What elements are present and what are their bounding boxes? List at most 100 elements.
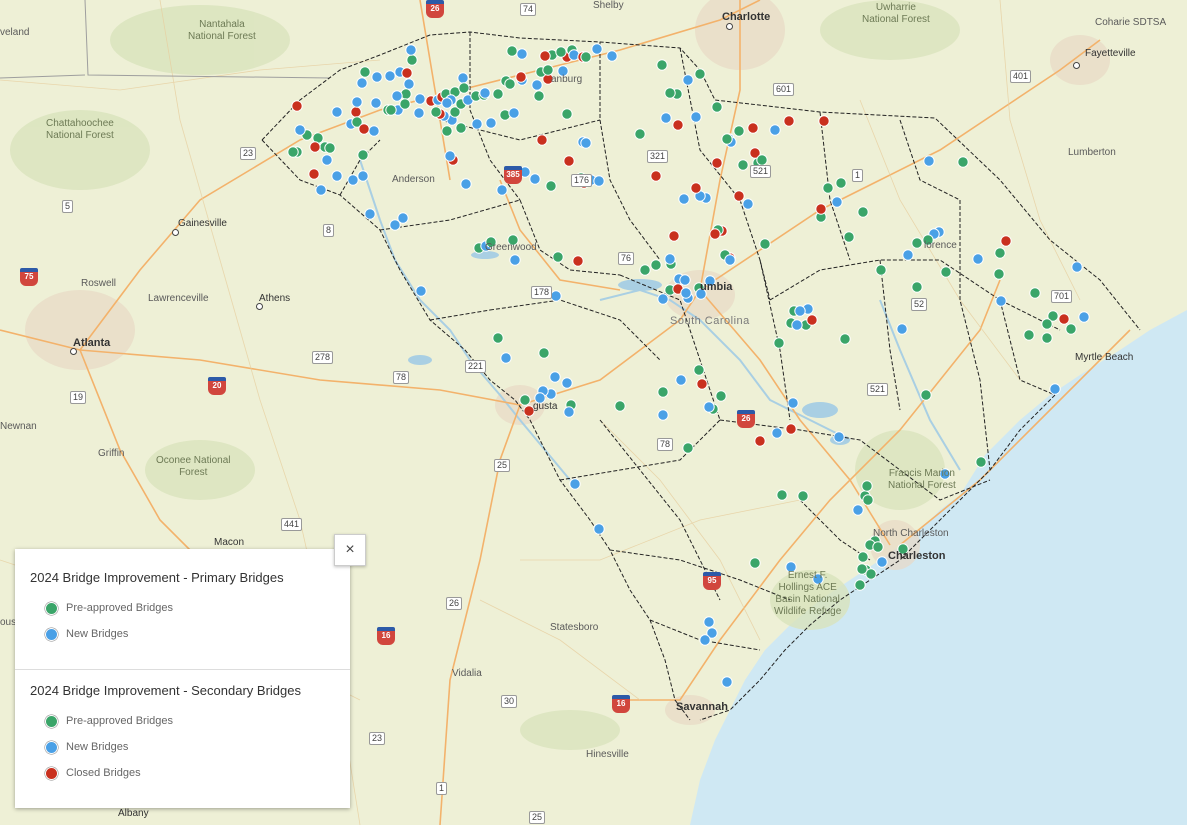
new-bridge-point[interactable] [682, 74, 694, 86]
preapproved-bridge-point[interactable] [835, 177, 847, 189]
closed-bridge-point[interactable] [785, 423, 797, 435]
closed-bridge-point[interactable] [650, 170, 662, 182]
new-bridge-point[interactable] [678, 193, 690, 205]
new-bridge-point[interactable] [591, 43, 603, 55]
closed-bridge-point[interactable] [572, 255, 584, 267]
preapproved-bridge-point[interactable] [538, 347, 550, 359]
new-bridge-point[interactable] [703, 401, 715, 413]
closed-bridge-point[interactable] [783, 115, 795, 127]
new-bridge-point[interactable] [550, 290, 562, 302]
preapproved-bridge-point[interactable] [857, 551, 869, 563]
new-bridge-point[interactable] [679, 274, 691, 286]
preapproved-bridge-point[interactable] [693, 364, 705, 376]
preapproved-bridge-point[interactable] [580, 51, 592, 63]
closed-bridge-point[interactable] [815, 203, 827, 215]
preapproved-bridge-point[interactable] [843, 231, 855, 243]
closed-bridge-point[interactable] [350, 106, 362, 118]
preapproved-bridge-point[interactable] [920, 389, 932, 401]
preapproved-bridge-point[interactable] [504, 78, 516, 90]
preapproved-bridge-point[interactable] [359, 66, 371, 78]
new-bridge-point[interactable] [1078, 311, 1090, 323]
new-bridge-point[interactable] [703, 616, 715, 628]
new-bridge-point[interactable] [606, 50, 618, 62]
preapproved-bridge-point[interactable] [993, 268, 1005, 280]
new-bridge-point[interactable] [485, 117, 497, 129]
closed-bridge-point[interactable] [358, 123, 370, 135]
preapproved-bridge-point[interactable] [994, 247, 1006, 259]
new-bridge-point[interactable] [833, 431, 845, 443]
closed-bridge-point[interactable] [754, 435, 766, 447]
new-bridge-point[interactable] [371, 71, 383, 83]
closed-bridge-point[interactable] [401, 67, 413, 79]
closed-bridge-point[interactable] [733, 190, 745, 202]
new-bridge-point[interactable] [441, 97, 453, 109]
preapproved-bridge-point[interactable] [861, 480, 873, 492]
new-bridge-point[interactable] [580, 137, 592, 149]
preapproved-bridge-point[interactable] [385, 104, 397, 116]
new-bridge-point[interactable] [876, 556, 888, 568]
new-bridge-point[interactable] [561, 377, 573, 389]
preapproved-bridge-point[interactable] [854, 579, 866, 591]
closed-bridge-point[interactable] [309, 141, 321, 153]
preapproved-bridge-point[interactable] [940, 266, 952, 278]
new-bridge-point[interactable] [563, 406, 575, 418]
new-bridge-point[interactable] [391, 90, 403, 102]
new-bridge-point[interactable] [415, 285, 427, 297]
new-bridge-point[interactable] [471, 118, 483, 130]
new-bridge-point[interactable] [771, 427, 783, 439]
new-bridge-point[interactable] [593, 175, 605, 187]
new-bridge-point[interactable] [414, 93, 426, 105]
preapproved-bridge-point[interactable] [552, 251, 564, 263]
preapproved-bridge-point[interactable] [455, 122, 467, 134]
new-bridge-point[interactable] [531, 79, 543, 91]
new-bridge-point[interactable] [831, 196, 843, 208]
closed-bridge-point[interactable] [747, 122, 759, 134]
closed-bridge-point[interactable] [818, 115, 830, 127]
new-bridge-point[interactable] [364, 208, 376, 220]
preapproved-bridge-point[interactable] [287, 146, 299, 158]
preapproved-bridge-point[interactable] [975, 456, 987, 468]
new-bridge-point[interactable] [356, 77, 368, 89]
closed-bridge-point[interactable] [711, 157, 723, 169]
new-bridge-point[interactable] [657, 409, 669, 421]
closed-bridge-point[interactable] [536, 134, 548, 146]
closed-bridge-point[interactable] [1058, 313, 1070, 325]
new-bridge-point[interactable] [742, 198, 754, 210]
preapproved-bridge-point[interactable] [875, 264, 887, 276]
new-bridge-point[interactable] [413, 107, 425, 119]
closed-bridge-point[interactable] [515, 71, 527, 83]
new-bridge-point[interactable] [368, 125, 380, 137]
preapproved-bridge-point[interactable] [733, 125, 745, 137]
new-bridge-point[interactable] [321, 154, 333, 166]
preapproved-bridge-point[interactable] [862, 494, 874, 506]
new-bridge-point[interactable] [902, 249, 914, 261]
new-bridge-point[interactable] [457, 72, 469, 84]
preapproved-bridge-point[interactable] [639, 264, 651, 276]
closed-bridge-point[interactable] [709, 228, 721, 240]
preapproved-bridge-point[interactable] [911, 281, 923, 293]
preapproved-bridge-point[interactable] [555, 46, 567, 58]
preapproved-bridge-point[interactable] [721, 133, 733, 145]
preapproved-bridge-point[interactable] [492, 88, 504, 100]
preapproved-bridge-point[interactable] [682, 442, 694, 454]
preapproved-bridge-point[interactable] [776, 489, 788, 501]
new-bridge-point[interactable] [794, 305, 806, 317]
new-bridge-point[interactable] [331, 170, 343, 182]
preapproved-bridge-point[interactable] [656, 59, 668, 71]
closed-bridge-point[interactable] [806, 314, 818, 326]
preapproved-bridge-point[interactable] [430, 106, 442, 118]
closed-bridge-point[interactable] [668, 230, 680, 242]
preapproved-bridge-point[interactable] [694, 68, 706, 80]
preapproved-bridge-point[interactable] [749, 557, 761, 569]
preapproved-bridge-point[interactable] [519, 394, 531, 406]
new-bridge-point[interactable] [294, 124, 306, 136]
preapproved-bridge-point[interactable] [857, 206, 869, 218]
new-bridge-point[interactable] [675, 374, 687, 386]
new-bridge-point[interactable] [657, 293, 669, 305]
preapproved-bridge-point[interactable] [711, 101, 723, 113]
preapproved-bridge-point[interactable] [657, 386, 669, 398]
preapproved-bridge-point[interactable] [759, 238, 771, 250]
new-bridge-point[interactable] [724, 254, 736, 266]
preapproved-bridge-point[interactable] [533, 90, 545, 102]
closed-bridge-point[interactable] [696, 378, 708, 390]
